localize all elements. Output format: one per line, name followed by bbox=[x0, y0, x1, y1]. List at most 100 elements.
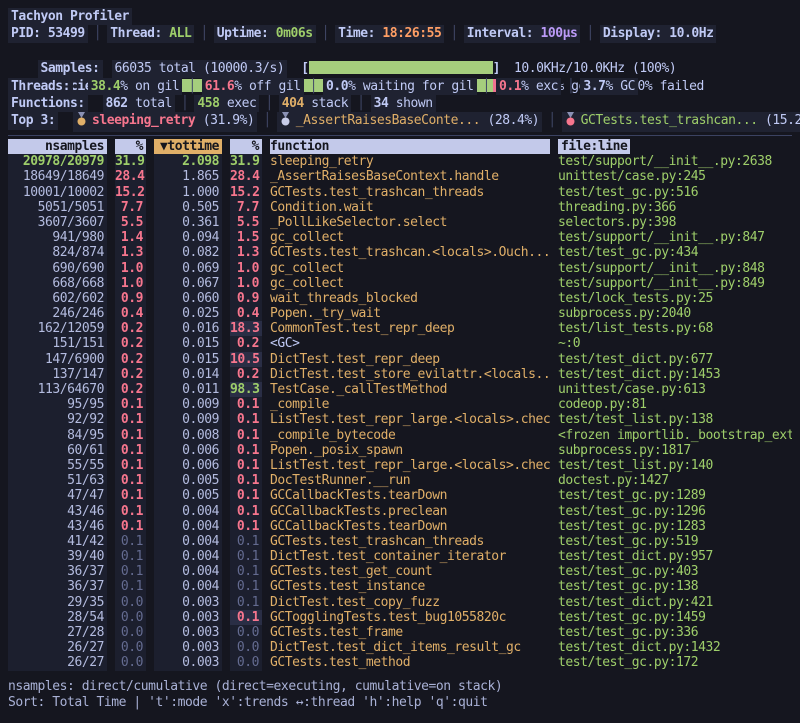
cell-direct-percent: 31.9 bbox=[115, 154, 146, 169]
cell-function: _compile_bytecode bbox=[270, 428, 550, 443]
cell-nsamples: 41/42 bbox=[8, 534, 107, 549]
functions-stat-value: 34 bbox=[374, 96, 389, 111]
top3-function-name: GCTests.test_trashcan... bbox=[581, 113, 758, 128]
cell-cumulative-percent: 0.1 bbox=[230, 519, 262, 534]
cell-function: DictTest.test_dict_items_result_gc bbox=[270, 640, 550, 655]
cell-tottime: 0.009 bbox=[154, 412, 222, 427]
samples-rate-bar bbox=[309, 61, 493, 74]
cell-function: GCTests.test_method bbox=[270, 655, 550, 670]
threads-stat-value: 0.0 bbox=[326, 79, 348, 94]
cell-file-line: test/support/__init__.py:847 bbox=[558, 230, 792, 245]
info-value: 18:26:55 bbox=[382, 26, 441, 41]
info-value: 100µs bbox=[541, 26, 578, 41]
cell-function: wait_threads_blocked bbox=[270, 291, 550, 306]
cell-direct-percent: 15.2 bbox=[115, 185, 146, 200]
cell-tottime: 0.082 bbox=[154, 245, 222, 260]
column-header-nsamples[interactable]: nsamples bbox=[8, 139, 107, 155]
cell-file-line: unittest/case.py:245 bbox=[558, 169, 792, 184]
cell-tottime: 0.008 bbox=[154, 428, 222, 443]
separator: │ bbox=[322, 26, 329, 41]
cell-file-line: test/test_gc.py:336 bbox=[558, 625, 792, 640]
threads-stat-unit: % on gil bbox=[120, 79, 179, 94]
functions-stat-unit: total bbox=[128, 96, 172, 111]
cell-nsamples: 43/46 bbox=[8, 519, 107, 534]
cell-tottime: 0.006 bbox=[154, 443, 222, 458]
cell-tottime: 1.000 bbox=[154, 185, 222, 200]
cell-cumulative-percent: 0.1 bbox=[230, 595, 262, 610]
threads-stat: 61.6% off gil bbox=[202, 78, 304, 95]
cell-tottime: 0.006 bbox=[154, 458, 222, 473]
cell-direct-percent: 0.1 bbox=[115, 519, 146, 534]
cell-cumulative-percent: 0.1 bbox=[230, 504, 262, 519]
cell-tottime: 2.098 bbox=[154, 154, 222, 169]
column-header-tottime-sorted[interactable]: ▼tottime bbox=[154, 139, 222, 155]
separator: │ bbox=[94, 26, 101, 41]
cell-cumulative-percent: 0.2 bbox=[230, 367, 262, 382]
separator: │ bbox=[188, 79, 195, 94]
info-label: Thread: bbox=[110, 26, 162, 41]
info-label: Uptime: bbox=[217, 26, 269, 41]
profiler-window: Tachyon Profiler PID: 53499│Thread: ALL│… bbox=[0, 0, 800, 712]
cell-nsamples: 151/151 bbox=[8, 336, 107, 351]
cell-cumulative-percent: 5.5 bbox=[230, 215, 262, 230]
cell-tottime: 0.015 bbox=[154, 352, 222, 367]
cell-file-line: threading.py:366 bbox=[558, 200, 792, 215]
cell-direct-percent: 0.1 bbox=[115, 473, 146, 488]
cell-tottime: 0.069 bbox=[154, 261, 222, 276]
cell-function: gc_collect bbox=[270, 261, 550, 276]
column-header-cumulative-percent[interactable]: % bbox=[230, 139, 262, 155]
functions-stat: 404 stack bbox=[279, 95, 351, 112]
info-label: PID: bbox=[11, 26, 41, 41]
cell-file-line: selectors.py:398 bbox=[558, 215, 792, 230]
threads-stat-value: 38.4 bbox=[91, 79, 121, 94]
cell-cumulative-percent: 31.9 bbox=[230, 154, 262, 169]
cell-function: CommonTest.test_repr_deep bbox=[270, 321, 550, 336]
cell-cumulative-percent: 98.3 bbox=[230, 382, 262, 397]
cell-direct-percent: 0.2 bbox=[115, 336, 146, 351]
cell-cumulative-percent: 0.1 bbox=[230, 412, 262, 427]
cell-direct-percent: 1.0 bbox=[115, 276, 146, 291]
cell-tottime: 0.004 bbox=[154, 534, 222, 549]
cell-direct-percent: 0.4 bbox=[115, 306, 146, 321]
cell-direct-percent: 1.3 bbox=[115, 245, 146, 260]
cell-direct-percent: 0.0 bbox=[115, 640, 146, 655]
cell-file-line: test/test_gc.py:403 bbox=[558, 564, 792, 579]
cell-function: DocTestRunner.__run bbox=[270, 473, 550, 488]
functions-stat-value: 404 bbox=[282, 96, 304, 111]
column-header-function[interactable]: function bbox=[270, 139, 550, 155]
info-value: 0m06s bbox=[276, 26, 313, 41]
cell-nsamples: 47/47 bbox=[8, 488, 107, 503]
cell-file-line: test/test_gc.py:434 bbox=[558, 245, 792, 260]
cell-nsamples: 668/668 bbox=[8, 276, 107, 291]
page-title: Tachyon Profiler bbox=[8, 8, 132, 25]
cell-nsamples: 95/95 bbox=[8, 397, 107, 412]
cell-nsamples: 43/46 bbox=[8, 504, 107, 519]
cell-function: Popen._posix_spawn bbox=[270, 443, 550, 458]
cell-cumulative-percent: 0.1 bbox=[230, 397, 262, 412]
info-label: Time: bbox=[338, 26, 375, 41]
threads-stat-unit: % waiting for gil bbox=[348, 79, 473, 94]
cell-nsamples: 60/61 bbox=[8, 443, 107, 458]
separator: │ bbox=[265, 96, 272, 111]
cell-file-line: test/test_dict.py:677 bbox=[558, 352, 792, 367]
cell-function: DictTest.test_store_evilattr.<locals... bbox=[270, 367, 550, 382]
functions-line: Functions: 862 total│458 exec│404 stack│… bbox=[8, 95, 792, 112]
info-label: Interval: bbox=[467, 26, 533, 41]
cell-file-line: test/support/__init__.py:848 bbox=[558, 261, 792, 276]
threads-stat-unit: % GC bbox=[606, 79, 636, 94]
samples-line: Samples:66035 total (10000.3/s)[]10.0KHz… bbox=[8, 43, 792, 60]
cell-function: _PollLikeSelector.select bbox=[270, 215, 550, 230]
cell-tottime: 0.003 bbox=[154, 655, 222, 670]
top3-percent: (15.2%) bbox=[765, 113, 800, 128]
cell-tottime: 0.004 bbox=[154, 579, 222, 594]
column-header-direct-percent[interactable]: % bbox=[115, 139, 146, 155]
cell-nsamples: 824/874 bbox=[8, 245, 107, 260]
cell-nsamples: 51/63 bbox=[8, 473, 107, 488]
cell-function: gc_collect bbox=[270, 230, 550, 245]
cell-nsamples: 246/246 bbox=[8, 306, 107, 321]
cell-file-line: test/support/__init__.py:2638 bbox=[558, 154, 792, 169]
cell-tottime: 0.060 bbox=[154, 291, 222, 306]
cell-tottime: 0.003 bbox=[154, 625, 222, 640]
cell-cumulative-percent: 0.0 bbox=[230, 640, 262, 655]
column-header-file-line[interactable]: file:line bbox=[558, 139, 630, 155]
